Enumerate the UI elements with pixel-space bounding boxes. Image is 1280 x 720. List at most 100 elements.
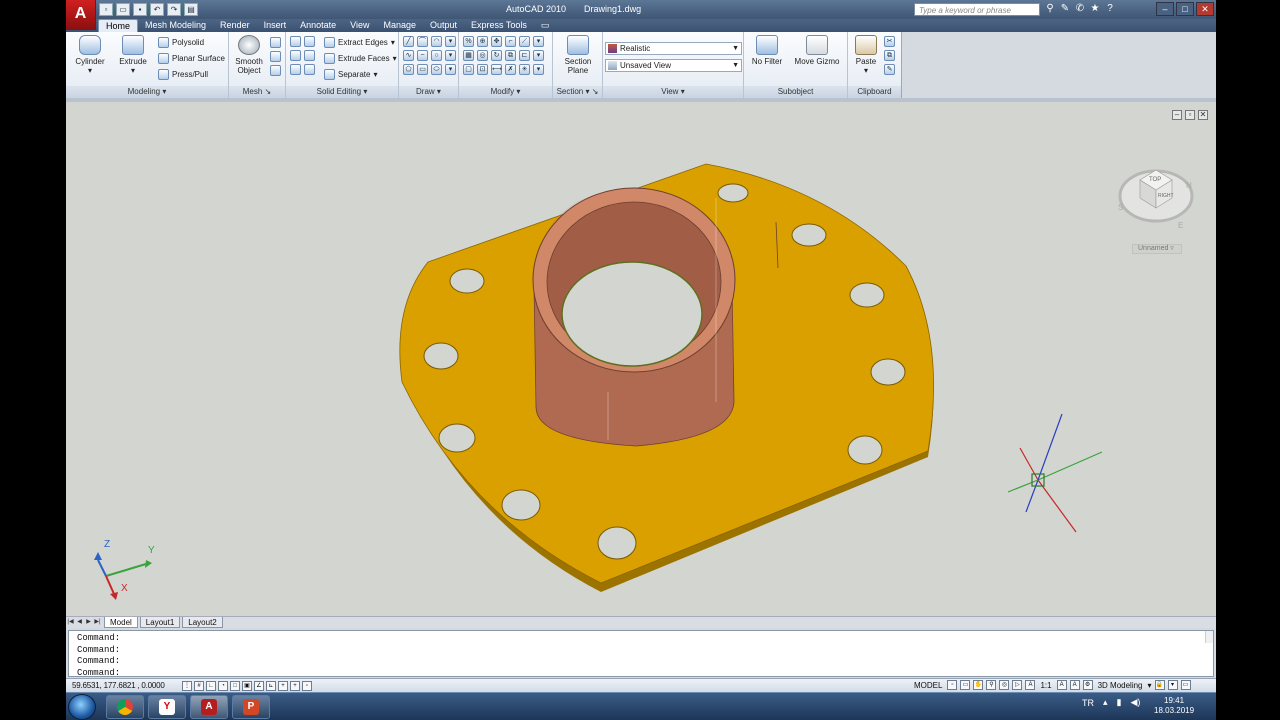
tools-icon[interactable]: ✎ [1059, 3, 1071, 15]
panel-subobject-title[interactable]: Subobject [744, 86, 847, 98]
arc-3point-icon[interactable]: ⌒ [417, 36, 428, 47]
copy-clip-icon[interactable]: ⧉ [884, 50, 895, 61]
annotation-scale-icon[interactable]: A [1025, 680, 1036, 690]
ortho-mode-icon[interactable]: ∟ [206, 681, 216, 691]
save-icon[interactable]: ▪ [133, 3, 147, 16]
3d-object-snap-icon[interactable]: ▣ [242, 681, 252, 691]
auto-scale-icon[interactable]: A [1069, 680, 1080, 690]
tab-layout1[interactable]: Layout1 [139, 617, 181, 628]
minimize-icon[interactable]: – [1156, 2, 1174, 16]
volume-icon[interactable]: ◀) [1130, 697, 1140, 708]
workspace-switch-icon[interactable]: ⚙ [1082, 680, 1093, 690]
tab-home[interactable]: Home [98, 19, 139, 32]
lineweight-icon[interactable]: + [290, 681, 300, 691]
favorites-star-icon[interactable]: ★ [1089, 3, 1101, 15]
section-plane-button[interactable]: Section Plane [561, 35, 595, 75]
polyline-icon[interactable]: ∿ [403, 50, 414, 61]
panel-modify-title[interactable]: Modify ▾ [459, 86, 552, 98]
circle-icon[interactable]: ○ [431, 50, 442, 61]
panel-section-title[interactable]: Section ▾ ↘ [553, 86, 602, 98]
mesh-smooth-less-icon[interactable] [270, 51, 281, 62]
dynamic-ucs-icon[interactable]: ⊾ [266, 681, 276, 691]
undo-icon[interactable]: ↶ [150, 3, 164, 16]
scale-icon[interactable]: ⊡ [477, 64, 488, 75]
open-file-icon[interactable]: ▭ [116, 3, 130, 16]
rotate-icon[interactable]: ↻ [491, 50, 502, 61]
more-modify-icon-2[interactable]: ▾ [533, 50, 544, 61]
panel-modeling-title[interactable]: Modeling ▾ [66, 86, 228, 98]
fillet-icon[interactable]: ⌐ [505, 36, 516, 47]
maximize-viewport-icon[interactable]: ▭ [960, 680, 971, 690]
prev-layout-icon[interactable]: ◀ [75, 618, 84, 627]
dynamic-input-icon[interactable]: + [278, 681, 288, 691]
ucs-menu[interactable]: Unnamed ▿ [1132, 244, 1182, 254]
application-menu-button[interactable]: A [66, 0, 96, 30]
extrude-faces-button[interactable]: Extrude Faces ▾ [324, 51, 397, 65]
extract-edges-button[interactable]: Extract Edges ▾ [324, 35, 395, 49]
taskbar-autocad[interactable]: A [190, 695, 228, 719]
more-draw-icon[interactable]: ▾ [445, 36, 456, 47]
plot-icon[interactable]: ▤ [184, 3, 198, 16]
clean-screen-icon[interactable]: ▭ [1180, 680, 1191, 690]
paste-button[interactable]: Paste ▾ [852, 35, 880, 75]
maximize-icon[interactable]: □ [1176, 2, 1194, 16]
tab-manage[interactable]: Manage [376, 19, 423, 32]
viewport-minimize-icon[interactable]: – [1172, 110, 1182, 120]
panel-view-title[interactable]: View ▾ [603, 86, 743, 98]
trim-icon[interactable]: ⟋ [519, 36, 530, 47]
annotation-visibility-icon[interactable]: A [1056, 680, 1067, 690]
polygon-icon[interactable]: ⬠ [403, 64, 414, 75]
close-icon[interactable]: ✕ [1196, 2, 1214, 16]
arc-icon[interactable]: ◠ [431, 36, 442, 47]
start-button-icon[interactable] [68, 694, 96, 720]
separate-button[interactable]: Separate ▾ [324, 67, 377, 81]
tab-render[interactable]: Render [213, 19, 257, 32]
show-hidden-icons-icon[interactable]: ▴ [1103, 697, 1108, 708]
panel-clipboard-title[interactable]: Clipboard [848, 86, 901, 98]
align-icon[interactable]: % [463, 36, 474, 47]
polar-tracking-icon[interactable]: ◔ [218, 681, 228, 691]
coordinates-readout[interactable]: 59.6531, 177.6821 , 0.0000 [72, 681, 165, 690]
first-layout-icon[interactable]: |◀ [66, 618, 75, 627]
zoom-icon[interactable]: ⚲ [986, 680, 997, 690]
command-scrollbar[interactable] [1205, 631, 1213, 643]
layout-icon[interactable]: ▫ [947, 680, 958, 690]
last-layout-icon[interactable]: ▶| [93, 618, 102, 627]
tab-insert[interactable]: Insert [257, 19, 294, 32]
tab-output[interactable]: Output [423, 19, 464, 32]
3d-mirror-icon[interactable]: ◎ [477, 50, 488, 61]
network-icon[interactable]: ▮ [1117, 697, 1122, 708]
spline-icon[interactable]: ~ [417, 50, 428, 61]
match-properties-icon[interactable]: ✎ [884, 64, 895, 75]
quick-properties-icon[interactable]: ▫ [302, 681, 312, 691]
polysolid-button[interactable]: Polysolid [158, 35, 204, 49]
new-file-icon[interactable]: ▫ [99, 3, 113, 16]
help-icon[interactable]: ? [1104, 3, 1116, 15]
help-search-input[interactable]: Type a keyword or phrase [914, 3, 1040, 16]
ellipse-icon[interactable]: ⬭ [431, 64, 442, 75]
3d-move-icon[interactable]: ✥ [491, 36, 502, 47]
lock-icon[interactable]: 🔒 [1154, 680, 1165, 690]
communication-icon[interactable]: ✆ [1074, 3, 1086, 15]
slice-icon[interactable] [304, 50, 315, 61]
object-snap-icon[interactable]: □ [230, 681, 240, 691]
visual-style-select[interactable]: Realistic ▼ [605, 42, 742, 55]
workspace-select[interactable]: 3D Modeling [1096, 681, 1145, 690]
offset-icon[interactable]: ⊏ [519, 50, 530, 61]
stretch-icon[interactable]: ⟷ [491, 64, 502, 75]
viewport-close-icon[interactable]: ✕ [1198, 110, 1208, 120]
drawing-viewport[interactable]: Z Y X – ▫ ✕ TOP RIGHT N E S Unnamed ▿ [66, 98, 1216, 616]
union-icon[interactable] [290, 36, 301, 47]
annotation-scale-value[interactable]: 1:1 [1038, 681, 1053, 690]
cut-icon[interactable]: ✂ [884, 36, 895, 47]
panel-mesh-title[interactable]: Mesh ↘ [229, 86, 285, 98]
status-tray-settings-icon[interactable]: ▾ [1167, 680, 1178, 690]
more-draw-icon-3[interactable]: ▾ [445, 64, 456, 75]
cylinder-button[interactable]: Cylinder ▾ [72, 35, 108, 75]
move-icon[interactable]: ▢ [463, 64, 474, 75]
panel-solid-editing-title[interactable]: Solid Editing ▾ [286, 86, 398, 98]
tab-view[interactable]: View [343, 19, 376, 32]
rectangle-icon[interactable]: ▭ [417, 64, 428, 75]
named-view-select[interactable]: Unsaved View ▼ [605, 59, 742, 72]
press-pull-button[interactable]: Press/Pull [158, 67, 208, 81]
